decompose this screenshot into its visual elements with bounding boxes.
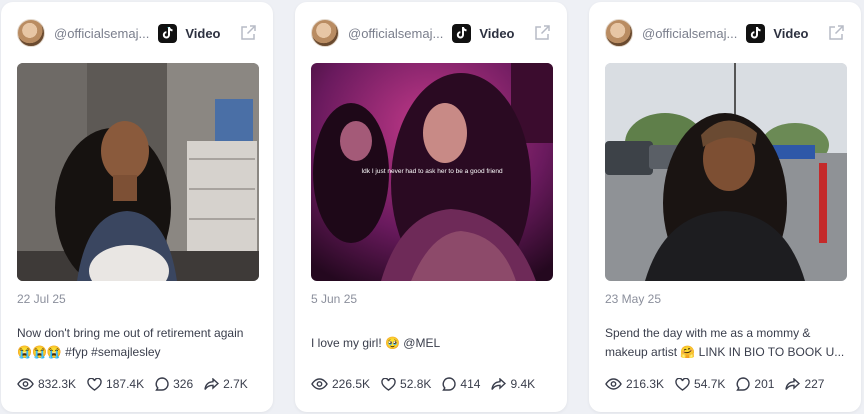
avatar[interactable] [311,19,339,47]
account-handle[interactable]: @officialsemaj... [54,26,149,41]
likes-stat: 187.4K [87,377,144,391]
views-count: 832.3K [38,377,77,391]
post-caption: I love my girl! 🥹 @MEL [311,336,441,350]
likes-count: 54.7K [694,377,726,391]
eye-icon [311,378,328,390]
shares-count: 2.7K [223,377,248,391]
media-type-label: Video [479,25,515,41]
views-count: 216.3K [626,377,665,391]
tiktok-icon [158,23,178,43]
views-stat: 832.3K [17,377,76,391]
tiktok-icon [746,23,766,43]
card-header: @officialsemaj... Video [311,18,551,48]
post-date: 23 May 25 [605,292,662,306]
stats-row: 226.5K 52.8K 414 9.4K [311,377,546,391]
comments-count: 414 [460,377,481,391]
comment-icon [155,377,169,391]
stats-row: 832.3K 187.4K 326 2.7K [17,377,259,391]
views-stat: 216.3K [605,377,664,391]
post-card[interactable]: @officialsemaj... Video Idk I just never… [295,2,567,412]
views-count: 226.5K [332,377,371,391]
video-thumbnail[interactable] [605,63,847,281]
comments-stat: 326 [155,377,193,391]
post-date: 5 Jun 25 [311,292,358,306]
comments-count: 326 [173,377,194,391]
views-stat: 226.5K [311,377,370,391]
avatar[interactable] [17,19,45,47]
avatar[interactable] [605,19,633,47]
share-icon [204,378,220,390]
account-handle[interactable]: @officialsemaj... [348,26,443,41]
comments-stat: 201 [736,377,774,391]
card-header: @officialsemaj... Video [17,18,257,48]
shares-stat: 2.7K [204,377,248,391]
video-thumbnail[interactable]: Idk I just never had to ask her to be a … [311,63,553,281]
comments-count: 201 [754,377,775,391]
comment-icon [736,377,751,391]
external-link-icon[interactable] [533,24,551,42]
shares-count: 9.4K [510,377,536,391]
tiktok-icon [452,23,472,43]
likes-stat: 54.7K [675,377,725,391]
external-link-icon[interactable] [239,24,257,42]
video-thumbnail[interactable] [17,63,259,281]
shares-stat: 227 [785,377,824,391]
card-header: @officialsemaj... Video [605,18,845,48]
comment-icon [442,377,457,391]
post-caption: Now don't bring me out of retirement aga… [17,326,244,359]
post-caption: Spend the day with me as a mommy & makeu… [605,326,845,359]
comments-stat: 414 [442,377,480,391]
post-date: 22 Jul 25 [17,292,66,306]
media-type-label: Video [773,25,809,41]
eye-icon [605,378,622,390]
post-card[interactable]: @officialsemaj... Video 22 Jul 25 Now do… [1,2,273,412]
video-overlay-text: Idk I just never had to ask her to be a … [361,168,503,175]
eye-icon [17,378,34,390]
external-link-icon[interactable] [827,24,845,42]
likes-count: 52.8K [400,377,432,391]
likes-stat: 52.8K [381,377,431,391]
heart-icon [87,377,102,391]
shares-count: 227 [804,377,825,391]
media-type-label: Video [185,25,221,41]
post-card[interactable]: @officialsemaj... Video 23 May 25 Spend … [589,2,861,412]
likes-count: 187.4K [106,377,145,391]
account-handle[interactable]: @officialsemaj... [642,26,737,41]
shares-stat: 9.4K [491,377,535,391]
share-icon [785,378,801,390]
share-icon [491,378,507,390]
heart-icon [675,377,690,391]
stats-row: 216.3K 54.7K 201 227 [605,377,835,391]
heart-icon [381,377,396,391]
